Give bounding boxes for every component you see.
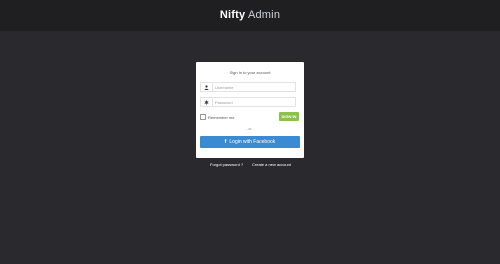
username-input[interactable]	[215, 84, 295, 90]
facebook-login-label: Login with Facebook	[229, 139, 276, 145]
brand-title-light: Admin	[247, 9, 281, 21]
password-input[interactable]	[215, 99, 295, 105]
login-panel: Sign In to your account Remember me SIGN…	[196, 62, 304, 158]
username-field[interactable]	[200, 82, 296, 92]
password-field[interactable]	[200, 97, 296, 107]
or-divider: - or -	[246, 127, 254, 131]
brand-title-bold: Nifty	[219, 9, 246, 21]
sign-in-button[interactable]: SIGN IN	[279, 112, 299, 121]
remember-label: Remember me	[208, 115, 235, 120]
app-brand: Nifty Admin	[0, 9, 500, 21]
user-icon	[201, 83, 213, 91]
asterisk-icon	[201, 98, 213, 106]
forgot-password-link[interactable]: Forgot password ?	[210, 162, 243, 167]
top-bar: Nifty Admin	[0, 0, 500, 31]
facebook-icon: f	[224, 139, 227, 145]
login-heading: Sign In to your account	[229, 70, 271, 75]
facebook-login-button[interactable]: f Login with Facebook	[200, 136, 300, 148]
remember-checkbox[interactable]	[200, 114, 206, 120]
create-account-link[interactable]: Create a new account	[252, 162, 291, 167]
